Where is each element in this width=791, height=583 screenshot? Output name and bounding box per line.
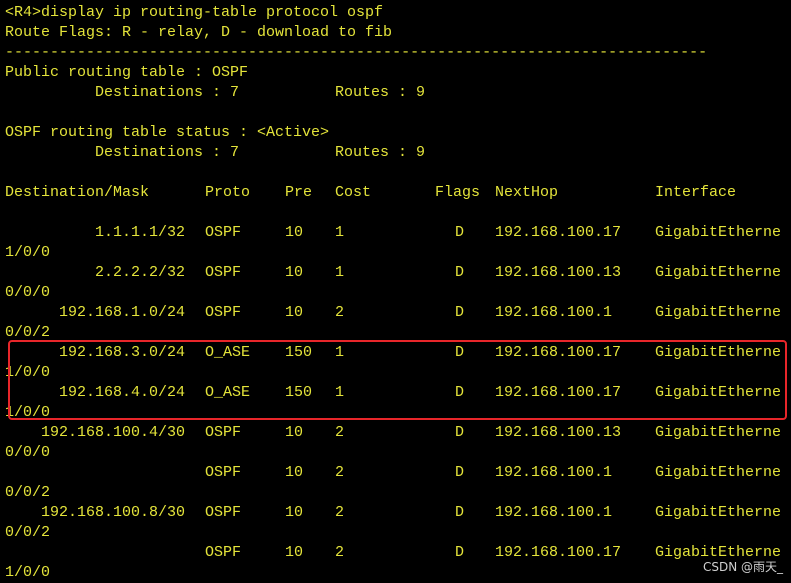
cell-interface: GigabitEtherne: [655, 504, 782, 521]
cell-proto: O_ASE: [205, 384, 251, 401]
cell-nexthop: 192.168.100.17: [495, 344, 622, 361]
cell-interface: GigabitEtherne: [655, 264, 782, 281]
cell-flags: D: [455, 544, 465, 561]
command-line: <R4>display ip routing-table protocol os…: [5, 4, 384, 21]
cell-nexthop: 192.168.100.1: [495, 304, 613, 321]
ospf-destinations: Destinations : 7: [95, 144, 240, 161]
cell-nexthop: 192.168.100.1: [495, 504, 613, 521]
cell-cost: 2: [335, 464, 345, 481]
cell-proto: OSPF: [205, 264, 242, 281]
cell-cost: 2: [335, 504, 345, 521]
cell-cost: 2: [335, 424, 345, 441]
terminal-window[interactable]: <R4>display ip routing-table protocol os…: [0, 0, 791, 583]
column-destination: Destination/Mask: [5, 184, 150, 201]
cell-nexthop: 192.168.100.1: [495, 464, 613, 481]
cell-flags: D: [455, 384, 465, 401]
cell-pre: 10: [285, 544, 304, 561]
cell-pre: 10: [285, 304, 304, 321]
cell-flags: D: [455, 464, 465, 481]
cell-nexthop: 192.168.100.17: [495, 224, 622, 241]
column-flags: Flags: [435, 184, 481, 201]
cell-proto: OSPF: [205, 504, 242, 521]
cell-proto: O_ASE: [205, 344, 251, 361]
ospf-routes: Routes : 9: [335, 144, 426, 161]
cell-proto: OSPF: [205, 424, 242, 441]
cell-interface: GigabitEtherne: [655, 344, 782, 361]
cell-pre: 150: [285, 344, 313, 361]
cell-interface: GigabitEtherne: [655, 224, 782, 241]
cell-interface-wrap: 0/0/2: [5, 524, 51, 541]
cell-proto: OSPF: [205, 464, 242, 481]
cell-flags: D: [455, 304, 465, 321]
cell-interface-wrap: 0/0/0: [5, 444, 51, 461]
cell-proto: OSPF: [205, 224, 242, 241]
cell-interface: GigabitEtherne: [655, 424, 782, 441]
cell-pre: 10: [285, 464, 304, 481]
cell-destination: 192.168.1.0/24: [58, 304, 185, 321]
cell-interface-wrap: 0/0/0: [5, 284, 51, 301]
column-interface: Interface: [655, 184, 737, 201]
public-destinations: Destinations : 7: [95, 84, 240, 101]
cell-pre: 10: [285, 504, 304, 521]
cell-cost: 1: [335, 384, 345, 401]
column-cost: Cost: [335, 184, 372, 201]
cell-destination: 192.168.4.0/24: [58, 384, 185, 401]
cell-interface-wrap: 1/0/0: [5, 564, 51, 581]
cell-interface-wrap: 0/0/2: [5, 484, 51, 501]
column-pre: Pre: [285, 184, 313, 201]
cell-pre: 150: [285, 384, 313, 401]
cell-cost: 1: [335, 344, 345, 361]
cell-cost: 2: [335, 544, 345, 561]
cell-flags: D: [455, 504, 465, 521]
cell-destination: 2.2.2.2/32: [94, 264, 185, 281]
separator-line: ----------------------------------------…: [5, 44, 708, 61]
cell-interface-wrap: 1/0/0: [5, 404, 51, 421]
cell-interface: GigabitEtherne: [655, 384, 782, 401]
watermark: CSDN @雨天_: [702, 560, 783, 574]
route-flags-line: Route Flags: R - relay, D - download to …: [5, 24, 393, 41]
cell-nexthop: 192.168.100.17: [495, 544, 622, 561]
cell-nexthop: 192.168.100.13: [495, 264, 622, 281]
cell-interface-wrap: 1/0/0: [5, 364, 51, 381]
column-proto: Proto: [205, 184, 251, 201]
cell-flags: D: [455, 264, 465, 281]
cell-proto: OSPF: [205, 304, 242, 321]
column-nexthop: NextHop: [495, 184, 559, 201]
cell-cost: 1: [335, 224, 345, 241]
cell-flags: D: [455, 224, 465, 241]
public-routes: Routes : 9: [335, 84, 426, 101]
cell-destination: 192.168.100.4/30: [40, 424, 185, 441]
cell-flags: D: [455, 424, 465, 441]
cell-interface: GigabitEtherne: [655, 464, 782, 481]
cell-cost: 1: [335, 264, 345, 281]
cell-pre: 10: [285, 264, 304, 281]
cell-proto: OSPF: [205, 544, 242, 561]
cell-destination: 192.168.100.8/30: [40, 504, 185, 521]
cell-flags: D: [455, 344, 465, 361]
cell-nexthop: 192.168.100.13: [495, 424, 622, 441]
cell-nexthop: 192.168.100.17: [495, 384, 622, 401]
cell-pre: 10: [285, 224, 304, 241]
cell-interface-wrap: 0/0/2: [5, 324, 51, 341]
cell-pre: 10: [285, 424, 304, 441]
cell-interface: GigabitEtherne: [655, 304, 782, 321]
cell-destination: 1.1.1.1/32: [94, 224, 185, 241]
ospf-status-title: OSPF routing table status : <Active>: [5, 124, 330, 141]
cell-destination: 192.168.3.0/24: [58, 344, 185, 361]
cell-interface-wrap: 1/0/0: [5, 244, 51, 261]
public-table-title: Public routing table : OSPF: [5, 64, 249, 81]
cell-cost: 2: [335, 304, 345, 321]
